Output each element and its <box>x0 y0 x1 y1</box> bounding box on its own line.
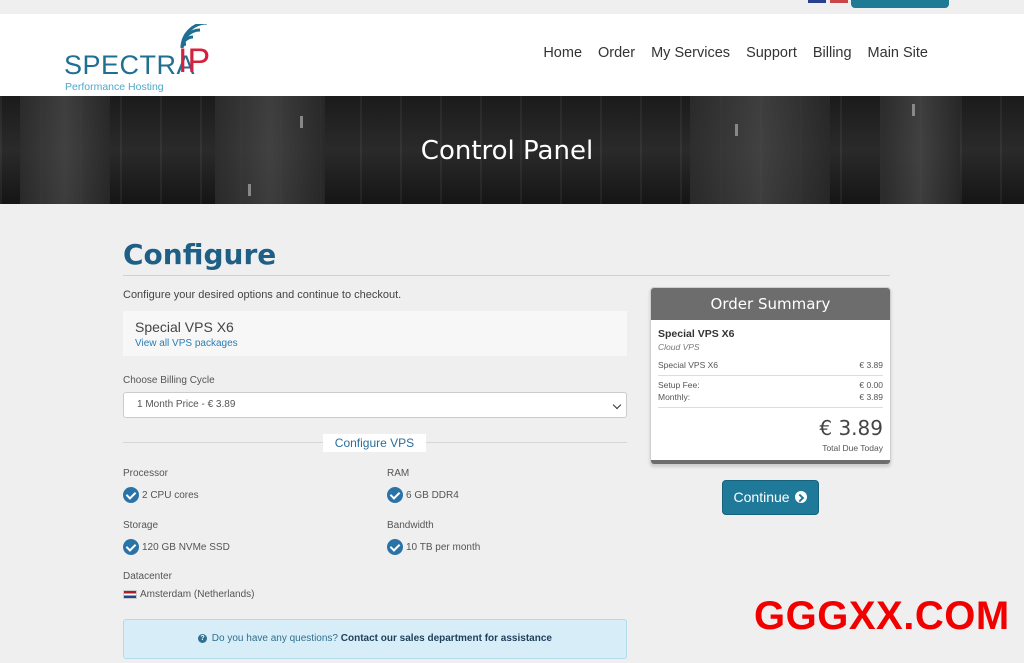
banner-led <box>735 124 738 136</box>
spec-datacenter: Datacenter Amsterdam (Netherlands) <box>123 571 254 600</box>
spec-ram: RAM 6 GB DDR4 <box>387 468 459 503</box>
summary-footer-bar <box>651 460 890 464</box>
top-bar <box>0 0 1024 14</box>
hero-banner: Control Panel <box>0 96 1024 204</box>
spec-value: 10 TB per month <box>406 541 481 553</box>
page-title: Configure <box>123 238 277 271</box>
check-circle-icon <box>123 539 139 555</box>
nav-support[interactable]: Support <box>746 45 797 61</box>
billing-cycle-label: Choose Billing Cycle <box>123 375 215 386</box>
language-flag-icon[interactable] <box>830 0 848 3</box>
spec-value: 2 CPU cores <box>142 489 199 501</box>
summary-setup-fee: Setup Fee: € 0.00 <box>658 380 883 390</box>
check-circle-icon <box>387 487 403 503</box>
arrow-right-circle-icon <box>795 491 808 503</box>
view-packages-link[interactable]: View all VPS packages <box>135 338 238 349</box>
spec-label: Datacenter <box>123 571 172 582</box>
language-flag-icon[interactable] <box>808 0 826 3</box>
spec-label: RAM <box>387 468 410 479</box>
monthly-label: Monthly: <box>658 392 691 402</box>
check-circle-icon <box>123 487 139 503</box>
product-info: Special VPS X6 View all VPS packages <box>123 311 627 356</box>
continue-label: Continue <box>733 489 790 505</box>
banner-led <box>248 184 251 196</box>
divider <box>658 375 883 376</box>
nav-main-site[interactable]: Main Site <box>868 45 928 61</box>
spec-storage: Storage 120 GB NVMe SSD <box>123 520 230 555</box>
nav-my-services[interactable]: My Services <box>651 45 730 61</box>
total-label: Total Due Today <box>822 443 883 453</box>
spec-label: Processor <box>123 468 169 479</box>
total-amount: € 3.89 <box>819 416 883 440</box>
intro-text: Configure your desired options and conti… <box>123 289 402 301</box>
question-circle-icon: ? <box>198 633 208 643</box>
contact-sales-link[interactable]: Contact our sales department for assista… <box>341 633 552 644</box>
spec-value: 6 GB DDR4 <box>406 489 459 501</box>
questions-alert: ? Do you have any questions? Contact our… <box>123 619 627 659</box>
banner-title: Control Panel <box>420 136 594 166</box>
monthly-value: € 3.89 <box>859 392 883 402</box>
setup-fee-value: € 0.00 <box>859 380 883 390</box>
spec-value: Amsterdam (Netherlands) <box>140 589 255 600</box>
summary-product-group: Cloud VPS <box>658 342 700 352</box>
banner-led <box>912 104 915 116</box>
product-name: Special VPS X6 <box>135 319 234 335</box>
nav-order[interactable]: Order <box>598 45 635 61</box>
logo-suffix: IP <box>178 42 211 80</box>
spec-value: 120 GB NVMe SSD <box>142 541 230 553</box>
logo-name: SPECTRA <box>64 50 196 80</box>
section-title: Configure VPS <box>323 434 426 452</box>
spec-processor: Processor 2 CPU cores <box>123 468 199 503</box>
watermark: GGGXX.COM <box>754 594 1010 638</box>
summary-line-value: € 3.89 <box>859 360 883 370</box>
nav-home[interactable]: Home <box>543 45 582 61</box>
continue-button[interactable]: Continue <box>722 480 819 515</box>
site-header: SPECTRA IP Performance Hosting Home Orde… <box>0 14 1024 96</box>
spec-label: Bandwidth <box>387 520 434 531</box>
questions-text: Do you have any questions? <box>211 633 338 644</box>
check-circle-icon <box>387 539 403 555</box>
spec-label: Storage <box>123 520 159 531</box>
summary-monthly: Monthly: € 3.89 <box>658 392 883 402</box>
logo[interactable]: SPECTRA IP Performance Hosting <box>64 24 214 93</box>
netherlands-flag-icon <box>123 590 137 599</box>
logo-tagline: Performance Hosting <box>65 81 164 93</box>
summary-line-item: Special VPS X6 € 3.89 <box>658 360 883 370</box>
spec-bandwidth: Bandwidth 10 TB per month <box>387 520 480 555</box>
banner-led <box>300 116 303 128</box>
main-nav: Home Order My Services Support Billing M… <box>543 45 928 61</box>
summary-product-name: Special VPS X6 <box>658 328 735 340</box>
summary-line-label: Special VPS X6 <box>658 360 719 370</box>
order-summary: Order Summary Special VPS X6 Cloud VPS S… <box>650 287 891 465</box>
setup-fee-label: Setup Fee: <box>658 380 700 390</box>
order-summary-title: Order Summary <box>651 288 890 320</box>
top-account-button[interactable] <box>851 0 949 8</box>
nav-billing[interactable]: Billing <box>813 45 852 61</box>
divider <box>123 275 890 276</box>
billing-cycle-select[interactable]: 1 Month Price - € 3.89 <box>123 392 627 418</box>
billing-cycle-value: 1 Month Price - € 3.89 <box>137 399 236 410</box>
chevron-down-icon <box>612 400 622 410</box>
divider <box>658 407 883 408</box>
